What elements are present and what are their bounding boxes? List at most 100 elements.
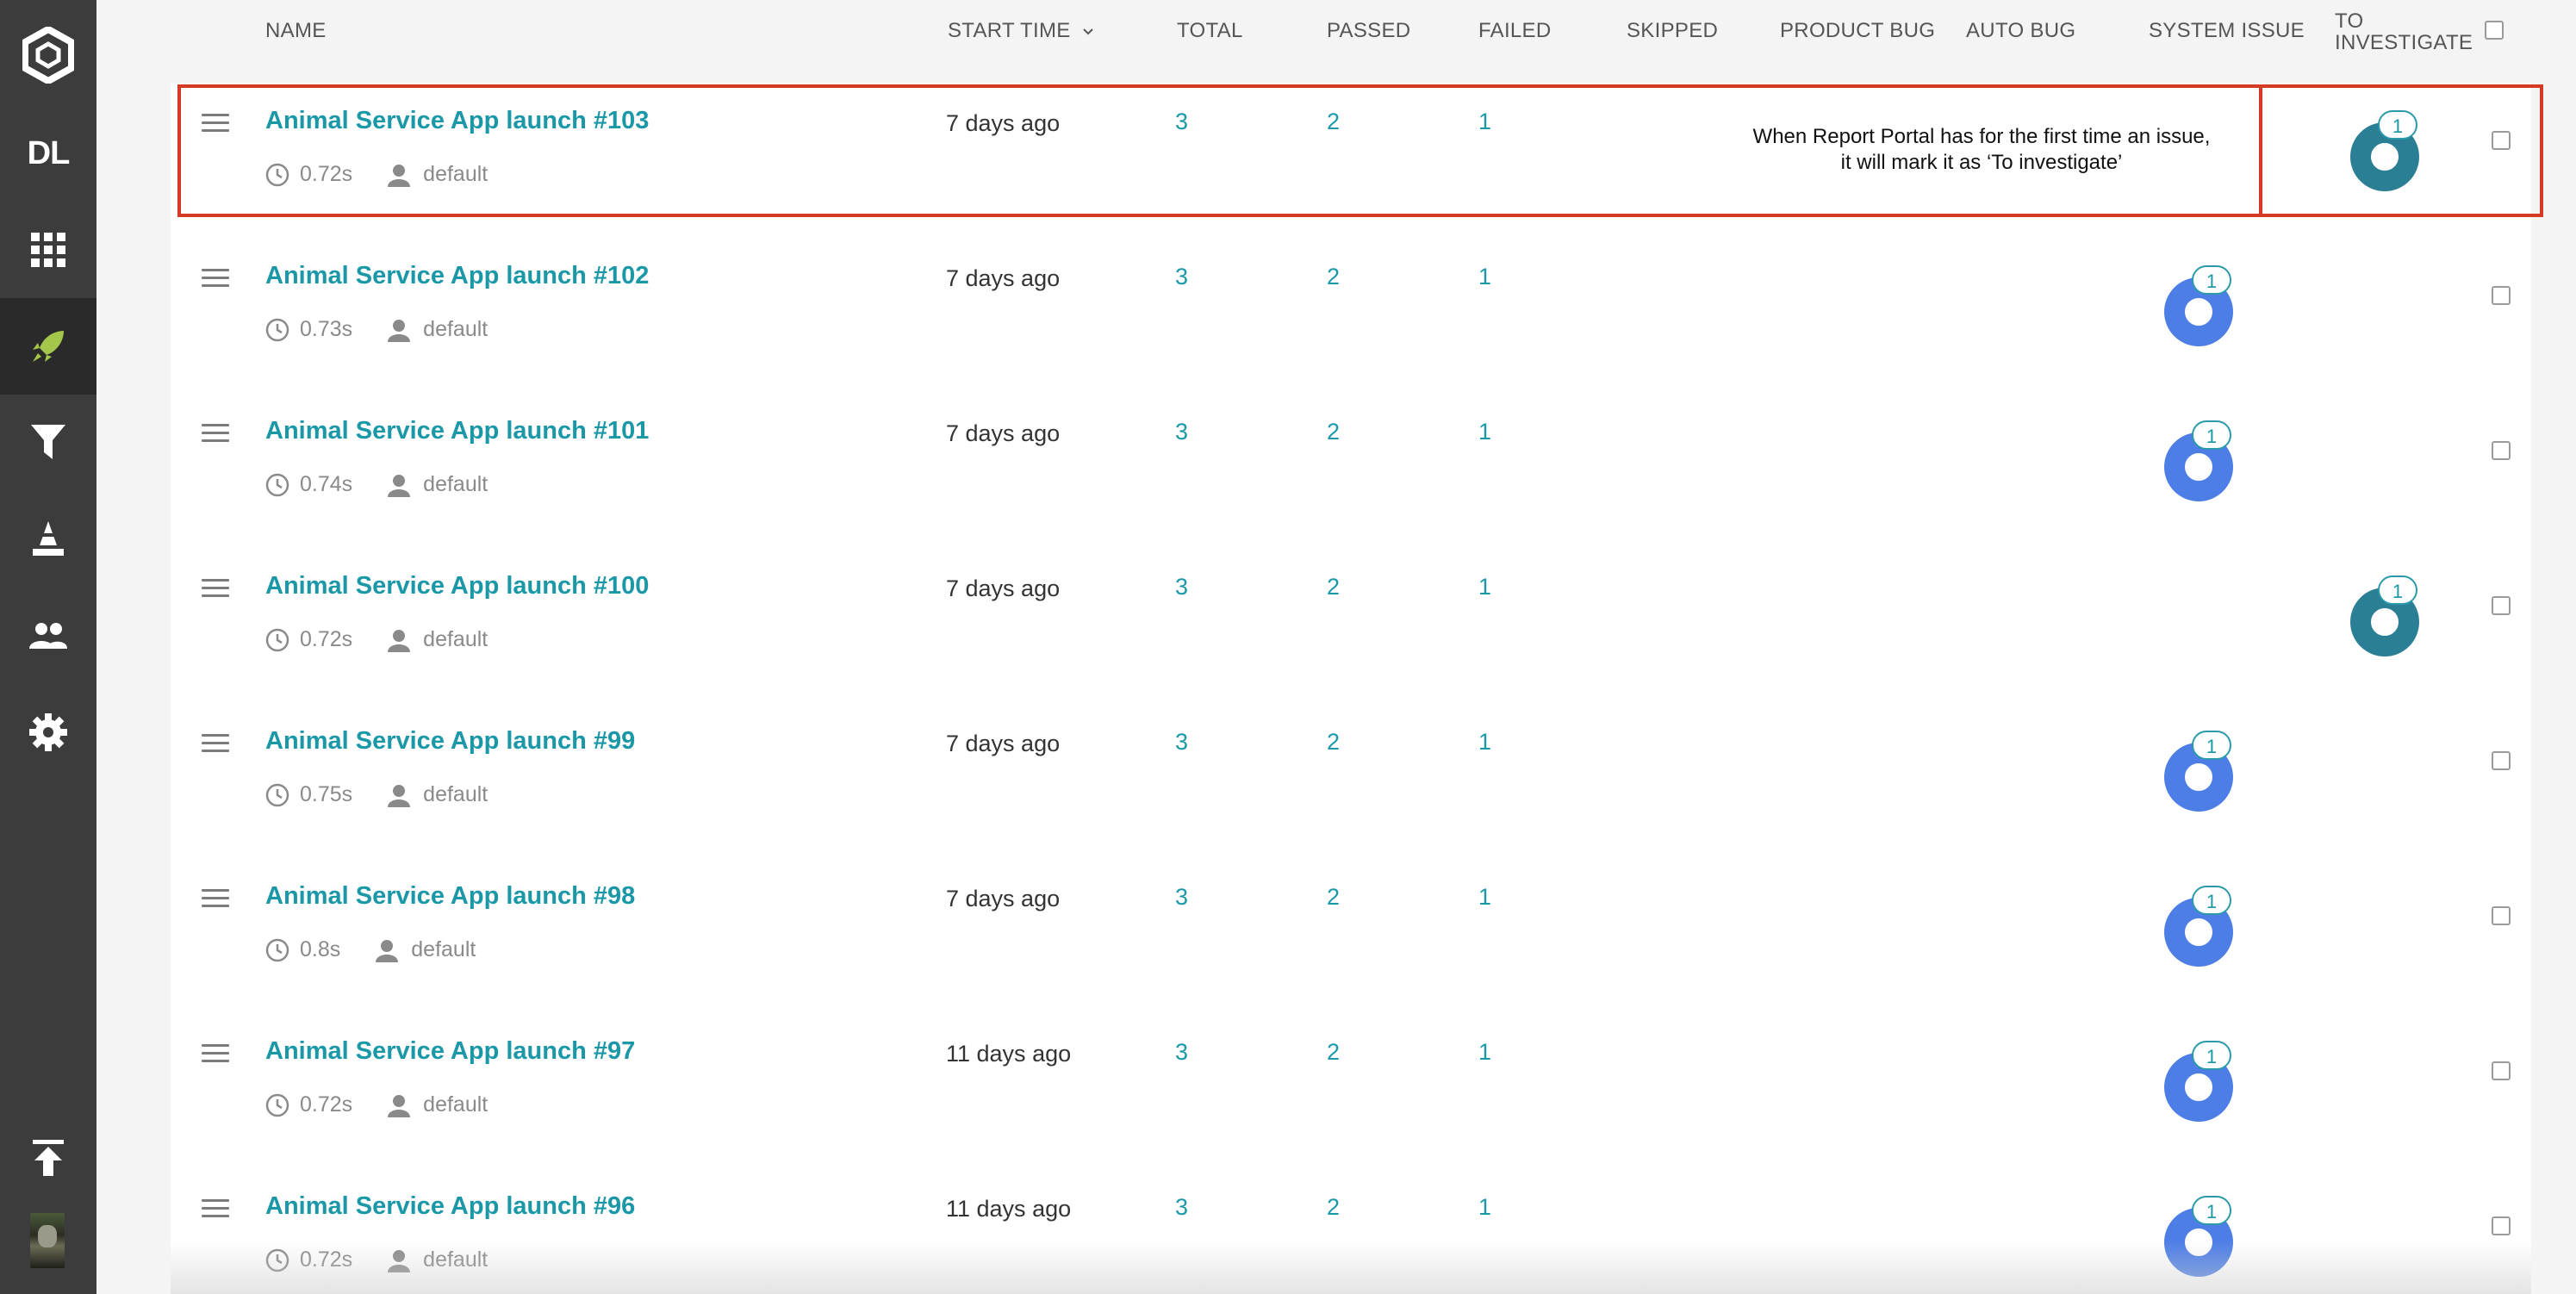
clock-icon — [265, 473, 289, 496]
total-count[interactable]: 3 — [1175, 729, 1188, 756]
launch-owner: default — [423, 782, 488, 806]
to-investigate-count[interactable]: 1 — [2378, 110, 2417, 140]
row-checkbox[interactable] — [2492, 906, 2511, 925]
drag-handle-icon[interactable] — [202, 424, 229, 445]
dashboard-icon[interactable] — [0, 202, 96, 298]
col-auto-bug[interactable]: AUTO BUG — [1966, 19, 2075, 43]
settings-icon[interactable] — [0, 684, 96, 781]
failed-count[interactable]: 1 — [1478, 419, 1491, 445]
drag-handle-icon[interactable] — [202, 889, 229, 910]
col-system-issue[interactable]: SYSTEM ISSUE — [2149, 19, 2305, 43]
launch-meta: 0.72s default — [265, 162, 488, 187]
launch-owner: default — [423, 1092, 488, 1117]
passed-count[interactable]: 2 — [1327, 729, 1340, 756]
passed-count[interactable]: 2 — [1327, 574, 1340, 600]
total-count[interactable]: 3 — [1175, 884, 1188, 911]
avatar[interactable] — [30, 1213, 65, 1268]
failed-count[interactable]: 1 — [1478, 884, 1491, 911]
col-passed[interactable]: PASSED — [1327, 19, 1410, 43]
total-count[interactable]: 3 — [1175, 109, 1188, 135]
drag-handle-icon[interactable] — [202, 734, 229, 755]
drag-handle-icon[interactable] — [202, 1044, 229, 1065]
passed-count[interactable]: 2 — [1327, 1194, 1340, 1221]
system-issue-count[interactable]: 1 — [2192, 731, 2231, 760]
launch-duration: 0.72s — [300, 1092, 353, 1117]
launch-duration: 0.75s — [300, 782, 353, 806]
col-product-bug[interactable]: PRODUCT BUG — [1780, 19, 1935, 43]
debug-icon[interactable] — [0, 491, 96, 588]
passed-count[interactable]: 2 — [1327, 264, 1340, 290]
launch-name-link[interactable]: Animal Service App launch #99 — [265, 727, 635, 756]
col-failed[interactable]: FAILED — [1478, 19, 1552, 43]
select-all-checkbox[interactable] — [2485, 21, 2504, 40]
failed-count[interactable]: 1 — [1478, 1039, 1491, 1066]
passed-count[interactable]: 2 — [1327, 1039, 1340, 1066]
launch-meta: 0.8s default — [265, 937, 476, 962]
clock-icon — [265, 938, 289, 961]
launch-name-link[interactable]: Animal Service App launch #98 — [265, 882, 635, 911]
launch-start-time: 11 days ago — [946, 1196, 1072, 1222]
to-investigate-count[interactable]: 1 — [2378, 575, 2417, 605]
system-issue-count[interactable]: 1 — [2192, 265, 2231, 295]
launch-name-link[interactable]: Animal Service App launch #97 — [265, 1037, 635, 1066]
col-start-time[interactable]: START TIME — [948, 19, 1094, 43]
col-total[interactable]: TOTAL — [1177, 19, 1243, 43]
drag-handle-icon[interactable] — [202, 1199, 229, 1220]
launch-meta: 0.74s default — [265, 472, 488, 497]
filters-icon[interactable] — [0, 395, 96, 491]
launch-name-link[interactable]: Animal Service App launch #100 — [265, 572, 649, 600]
sort-down-icon — [1082, 28, 1093, 35]
col-skipped[interactable]: SKIPPED — [1627, 19, 1718, 43]
row-checkbox[interactable] — [2492, 131, 2511, 150]
row-checkbox[interactable] — [2492, 1216, 2511, 1235]
passed-count[interactable]: 2 — [1327, 884, 1340, 911]
members-icon[interactable] — [0, 588, 96, 684]
row-checkbox[interactable] — [2492, 751, 2511, 770]
logo-icon[interactable] — [0, 7, 96, 103]
launch-name-link[interactable]: Animal Service App launch #101 — [265, 417, 649, 445]
scroll-top-icon[interactable] — [0, 1110, 96, 1206]
failed-count[interactable]: 1 — [1478, 264, 1491, 290]
row-checkbox[interactable] — [2492, 596, 2511, 615]
drag-handle-icon[interactable] — [202, 579, 229, 600]
launches-icon[interactable] — [0, 298, 96, 395]
annotation-line1: When Report Portal has for the first tim… — [1752, 125, 2211, 148]
launch-start-time: 7 days ago — [946, 420, 1061, 446]
row-checkbox[interactable] — [2492, 441, 2511, 460]
failed-count[interactable]: 1 — [1478, 729, 1491, 756]
total-count[interactable]: 3 — [1175, 574, 1188, 600]
user-icon — [388, 319, 411, 342]
clock-icon — [265, 1093, 289, 1117]
project-badge[interactable]: DL — [0, 105, 96, 202]
table-row: Animal Service App launch #101 0.74s def… — [171, 393, 2531, 550]
drag-handle-icon[interactable] — [202, 269, 229, 289]
launch-start-time: 7 days ago — [946, 265, 1061, 291]
launch-owner: default — [411, 937, 476, 961]
table-row: Animal Service App launch #96 0.72s defa… — [171, 1168, 2531, 1294]
passed-count[interactable]: 2 — [1327, 419, 1340, 445]
total-count[interactable]: 3 — [1175, 419, 1188, 445]
system-issue-count[interactable]: 1 — [2192, 886, 2231, 915]
passed-count[interactable]: 2 — [1327, 109, 1340, 135]
launch-start-time: 7 days ago — [946, 886, 1061, 911]
failed-count[interactable]: 1 — [1478, 574, 1491, 600]
launch-owner: default — [423, 627, 488, 651]
table-row: Animal Service App launch #102 0.73s def… — [171, 238, 2531, 395]
row-checkbox[interactable] — [2492, 1061, 2511, 1080]
total-count[interactable]: 3 — [1175, 1194, 1188, 1221]
launch-name-link[interactable]: Animal Service App launch #102 — [265, 262, 649, 290]
launch-name-link[interactable]: Animal Service App launch #96 — [265, 1192, 635, 1221]
system-issue-count[interactable]: 1 — [2192, 1196, 2231, 1225]
launch-name-link[interactable]: Animal Service App launch #103 — [265, 107, 649, 135]
failed-count[interactable]: 1 — [1478, 1194, 1491, 1221]
drag-handle-icon[interactable] — [202, 114, 229, 134]
failed-count[interactable]: 1 — [1478, 109, 1491, 135]
system-issue-count[interactable]: 1 — [2192, 1041, 2231, 1070]
launch-duration: 0.72s — [300, 162, 353, 186]
col-name[interactable]: NAME — [265, 19, 327, 43]
total-count[interactable]: 3 — [1175, 264, 1188, 290]
system-issue-count[interactable]: 1 — [2192, 420, 2231, 450]
row-checkbox[interactable] — [2492, 286, 2511, 305]
total-count[interactable]: 3 — [1175, 1039, 1188, 1066]
col-to-investigate[interactable]: TO INVESTIGATE — [2335, 10, 2473, 53]
